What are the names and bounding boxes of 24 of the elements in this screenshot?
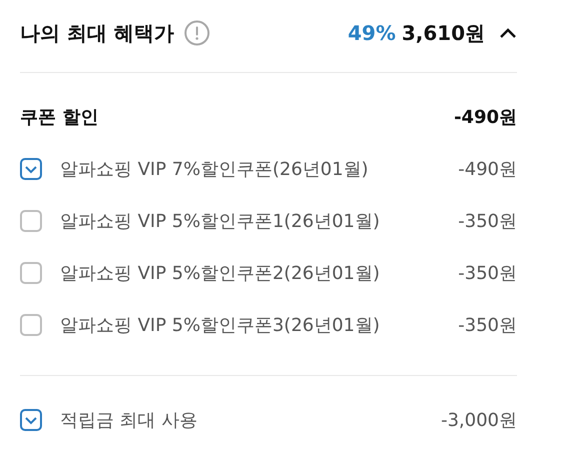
discount-percent: 49%: [348, 21, 396, 45]
points-label: 적립금 최대 사용: [60, 409, 198, 432]
benefit-price: 3,610원: [402, 20, 485, 46]
coupon-amount: -490원: [458, 158, 517, 181]
points-amount: -3,000원: [440, 409, 517, 432]
benefit-title: 나의 최대 혜택가: [20, 20, 174, 46]
checkbox[interactable]: [20, 409, 42, 431]
coupon-label: 알파쇼핑 VIP 5%할인쿠폰1(26년01월): [60, 210, 381, 233]
coupon-amount: -350원: [458, 314, 517, 337]
check-icon: [24, 164, 38, 174]
chevron-icon[interactable]: [499, 27, 517, 39]
coupon-amount: -350원: [458, 210, 517, 233]
coupon-label: 알파쇼핑 VIP 5%할인쿠폰3(26년01월): [60, 314, 381, 337]
coupon-amount: -350원: [458, 262, 517, 285]
checkbox[interactable]: [20, 314, 42, 336]
info-icon[interactable]: [184, 20, 210, 46]
coupon-label: 알파쇼핑 VIP 7%할인쿠폰(26년01월): [60, 158, 370, 181]
coupon-section-title: 쿠폰 할인: [20, 106, 98, 129]
coupon-label: 알파쇼핑 VIP 5%할인쿠폰2(26년01월): [60, 262, 381, 285]
check-icon: [24, 415, 38, 425]
coupon-total: -490원: [454, 106, 517, 129]
checkbox[interactable]: [20, 210, 42, 232]
checkbox[interactable]: [20, 262, 42, 284]
checkbox[interactable]: [20, 158, 42, 180]
